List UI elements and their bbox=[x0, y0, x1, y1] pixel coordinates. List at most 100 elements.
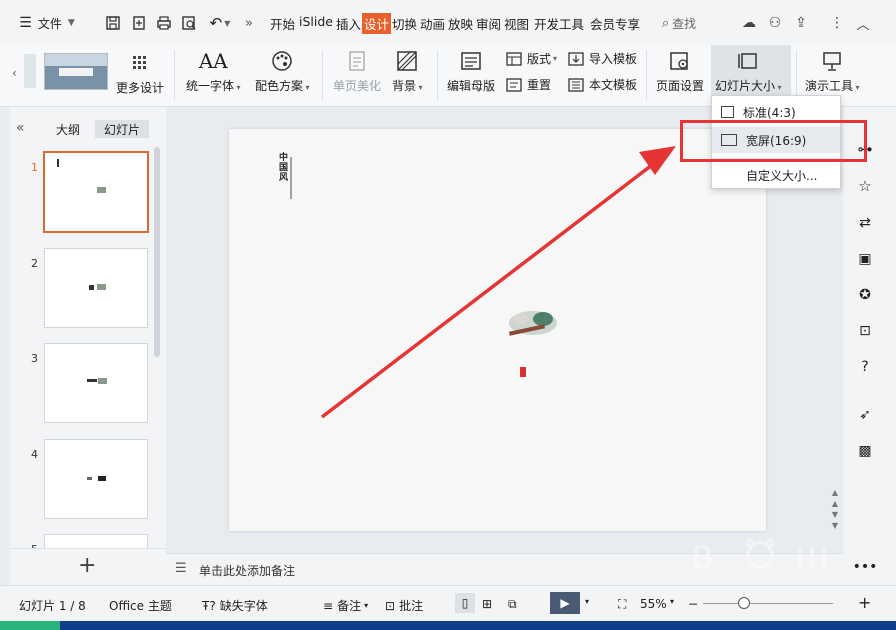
notes-icon: ☰ bbox=[175, 561, 187, 576]
add-slide-icon[interactable]: + bbox=[78, 553, 96, 578]
import-template-button[interactable]: 导入模板 bbox=[568, 50, 637, 67]
background-label: 背景 bbox=[392, 79, 417, 93]
edit-master-button[interactable]: 编辑母版 bbox=[447, 49, 495, 94]
thumb-number: 2 bbox=[31, 257, 38, 270]
zoom-level[interactable]: 55% bbox=[640, 597, 667, 611]
size-option-custom[interactable]: 自定义大小... bbox=[712, 162, 840, 188]
more-dots-icon[interactable]: ••• bbox=[853, 557, 878, 577]
share-user-icon[interactable]: ⚇ bbox=[764, 12, 786, 34]
panel-scrollbar[interactable] bbox=[154, 147, 160, 357]
page-setup-button[interactable]: 页面设置 bbox=[656, 49, 704, 94]
zoom-chevron-icon[interactable]: ▾ bbox=[670, 597, 674, 606]
present-tools-button[interactable]: 演示工具 ▾ bbox=[805, 49, 860, 94]
search-button[interactable]: ⌕ 查找 bbox=[656, 12, 702, 34]
cloud-sync-icon[interactable]: ☁ bbox=[738, 12, 760, 34]
image-tool-icon[interactable]: ▣ bbox=[855, 249, 875, 269]
reading-view-icon[interactable]: ⧉ bbox=[508, 597, 517, 612]
slide-thumbnail-2[interactable] bbox=[44, 248, 148, 328]
comments-button[interactable]: ⊡ 批注 bbox=[385, 597, 423, 614]
edit-master-icon bbox=[459, 49, 483, 73]
tab-design[interactable]: 设计 bbox=[362, 13, 392, 34]
layout-button[interactable]: 版式 ▾ bbox=[506, 50, 557, 67]
magic-icon[interactable]: ✪ bbox=[855, 285, 875, 305]
slide-size-content[interactable]: 幻灯片大小 ▾ bbox=[715, 49, 782, 94]
red-seal-stamp[interactable] bbox=[520, 367, 526, 377]
more-options-icon[interactable]: ⋮ bbox=[828, 12, 846, 34]
print-preview-icon[interactable] bbox=[178, 12, 200, 34]
ink-painting-image[interactable] bbox=[507, 305, 563, 339]
page-beautify-label: 单页美化 bbox=[333, 79, 382, 93]
collapse-panel-icon[interactable]: « bbox=[16, 120, 25, 136]
template-thumbnail[interactable] bbox=[44, 53, 108, 90]
current-slide[interactable]: 中国风 bbox=[229, 129, 766, 531]
tab-insert[interactable]: 插入 bbox=[336, 14, 361, 33]
tab-outline[interactable]: 大纲 bbox=[50, 120, 86, 138]
export-pdf-icon[interactable] bbox=[128, 12, 150, 34]
text-template-button[interactable]: 本文模板 bbox=[568, 76, 637, 93]
slide-thumbnail-3[interactable] bbox=[44, 343, 148, 423]
page-beautify-button[interactable]: 单页美化 bbox=[333, 49, 381, 94]
scroll-left-icon[interactable]: ‹ bbox=[12, 66, 17, 80]
canvas-scroll-controls[interactable]: ▲ ▲ ▼ ▼ bbox=[830, 487, 840, 537]
collapse-ribbon-icon[interactable]: ︿ bbox=[852, 12, 874, 34]
tab-view[interactable]: 视图 bbox=[504, 14, 529, 33]
help-icon[interactable]: ? bbox=[855, 357, 875, 377]
tab-islide[interactable]: iSlide bbox=[299, 14, 333, 29]
tab-slideshow[interactable]: 放映 bbox=[448, 14, 473, 33]
tab-transitions[interactable]: 切换 bbox=[392, 14, 417, 33]
thumb-number: 1 bbox=[31, 161, 38, 174]
transition-icon[interactable]: ⇄ bbox=[855, 213, 875, 233]
taskbar-app-indicator[interactable] bbox=[0, 621, 60, 630]
notes-toggle-button[interactable]: ≡ 备注 ▾ bbox=[323, 597, 368, 614]
play-slideshow-icon[interactable]: ▶ bbox=[550, 592, 580, 614]
slide-thumbnail-1[interactable] bbox=[43, 151, 149, 233]
import-template-label: 导入模板 bbox=[589, 52, 638, 66]
theme-name[interactable]: Office 主题 bbox=[109, 597, 172, 614]
size-option-custom-label: 自定义大小... bbox=[746, 168, 818, 183]
add-slide-area: + bbox=[10, 548, 166, 586]
unify-font-label: 统一字体 bbox=[186, 79, 235, 93]
zoom-slider-handle[interactable] bbox=[738, 597, 750, 609]
zoom-slider[interactable] bbox=[703, 603, 833, 604]
rocket-icon[interactable]: ➶ bbox=[855, 405, 875, 425]
undo-button[interactable]: ↶ ▼ bbox=[204, 12, 236, 34]
page-setup-label: 页面设置 bbox=[656, 79, 705, 93]
tab-home[interactable]: 开始 bbox=[270, 14, 295, 33]
book-icon[interactable]: ⊡ bbox=[855, 321, 875, 341]
color-scheme-button[interactable]: 配色方案 ▾ bbox=[255, 49, 310, 94]
slide-thumbnail-4[interactable] bbox=[44, 439, 148, 519]
more-chevron-icon[interactable]: » bbox=[240, 12, 258, 34]
notes-toggle-icon: ≡ bbox=[323, 598, 334, 613]
notes-placeholder[interactable]: 单击此处添加备注 bbox=[199, 562, 295, 579]
star-icon[interactable]: ☆ bbox=[855, 176, 875, 196]
background-button[interactable]: 背景 ▾ bbox=[392, 49, 423, 94]
normal-view-icon[interactable]: ▯ bbox=[455, 593, 475, 613]
baidu-watermark-logo bbox=[690, 537, 840, 585]
unify-font-button[interactable]: AA 统一字体 ▾ bbox=[186, 49, 241, 94]
missing-font-button[interactable]: Ŧ? 缺失字体 bbox=[202, 597, 268, 614]
export-icon[interactable]: ⇪ bbox=[790, 12, 812, 34]
slide-thumbnail-5[interactable] bbox=[44, 534, 148, 549]
tab-slides[interactable]: 幻灯片 bbox=[95, 120, 149, 138]
reset-button[interactable]: 重置 bbox=[506, 76, 551, 93]
fit-window-icon[interactable]: ⛶ bbox=[618, 597, 626, 612]
zoom-in-icon[interactable]: + bbox=[858, 593, 871, 612]
tab-animations[interactable]: 动画 bbox=[420, 14, 445, 33]
tab-member[interactable]: 会员专享 bbox=[590, 14, 640, 33]
color-scheme-label: 配色方案 bbox=[255, 79, 304, 93]
tab-review[interactable]: 审阅 bbox=[476, 14, 501, 33]
zoom-out-icon[interactable]: − bbox=[688, 597, 698, 611]
print-icon[interactable] bbox=[153, 12, 175, 34]
present-tools-icon bbox=[820, 49, 844, 73]
comments-label: 批注 bbox=[399, 599, 424, 613]
save-icon[interactable] bbox=[102, 12, 124, 34]
layout-icon bbox=[506, 51, 522, 67]
picture-icon[interactable]: ▩ bbox=[855, 441, 875, 461]
file-menu[interactable]: ☰ 文件 ▼ bbox=[14, 12, 80, 34]
grid-view-icon[interactable]: ⊞ bbox=[482, 597, 492, 611]
play-options-chevron-icon[interactable]: ▾ bbox=[585, 597, 589, 606]
more-design-button[interactable]: 更多设计 bbox=[116, 51, 164, 96]
template-thumb-partial[interactable] bbox=[24, 54, 36, 88]
tab-developer[interactable]: 开发工具 bbox=[534, 14, 584, 33]
text-template-label: 本文模板 bbox=[589, 78, 638, 92]
